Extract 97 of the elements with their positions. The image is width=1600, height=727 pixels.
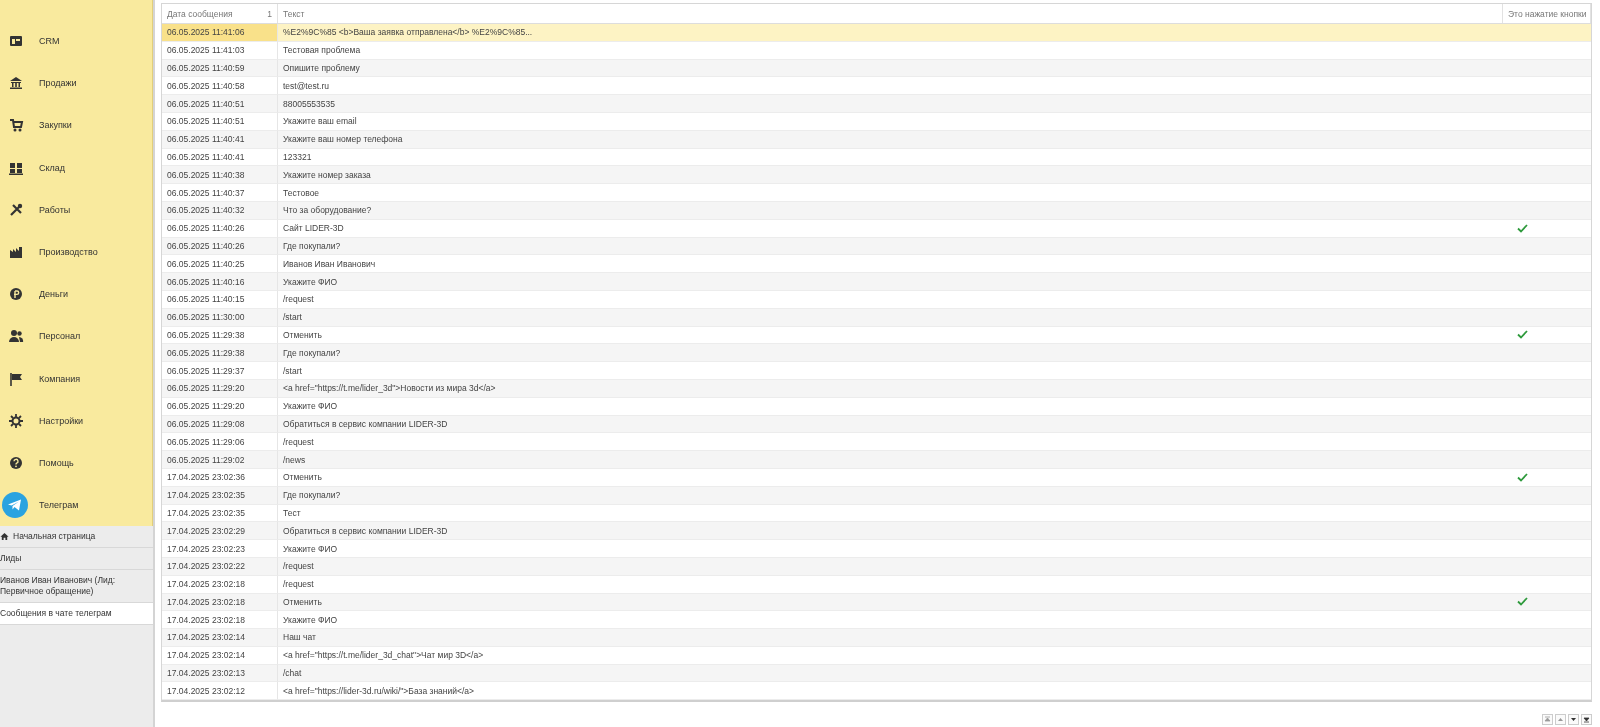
menu-icon xyxy=(8,201,24,218)
menu-icon xyxy=(8,328,24,345)
down-triangle-icon xyxy=(1570,716,1577,723)
sidebar-item[interactable]: Склад xyxy=(0,146,152,189)
next-page-button[interactable] xyxy=(1568,714,1579,725)
date-cell: 17.04.2025 23:02:23 xyxy=(162,540,278,558)
date-cell: 06.05.2025 11:41:03 xyxy=(162,41,278,60)
date-cell: 17.04.2025 23:02:36 xyxy=(162,468,278,487)
menu-icon xyxy=(8,370,24,387)
sidebar-item[interactable]: Компания xyxy=(0,357,152,400)
menu-icon xyxy=(8,117,24,134)
text-cell: <a href="https://t.me/lider_3d_chat">Чат мир 3D</a> xyxy=(278,646,1503,665)
text-cell: Укажите ФИО xyxy=(278,273,1503,291)
date-cell: 06.05.2025 11:40:51 xyxy=(162,95,278,113)
text-cell: Тестовое xyxy=(278,184,1503,202)
sidebar-item[interactable]: Персонал xyxy=(0,315,152,358)
sort-order: 1 xyxy=(267,8,272,19)
table-row[interactable]: 17.04.2025 23:02:14 Наш чат xyxy=(162,629,1591,647)
menu-icon xyxy=(8,454,24,471)
table-row[interactable]: 06.05.2025 11:29:02 /news xyxy=(162,451,1591,469)
date-cell: 17.04.2025 23:02:35 xyxy=(162,486,278,505)
sidebar-item[interactable]: Закупки xyxy=(0,104,152,147)
date-cell: 06.05.2025 11:40:41 xyxy=(162,130,278,149)
table-row[interactable]: 06.05.2025 11:40:37 Тестовое xyxy=(162,184,1591,202)
text-cell: Укажите ФИО xyxy=(278,540,1503,558)
table-row[interactable]: 17.04.2025 23:02:18 Укажите ФИО xyxy=(162,611,1591,630)
date-cell: 06.05.2025 11:40:32 xyxy=(162,201,278,220)
sidebar-item[interactable]: Настройки xyxy=(0,399,152,442)
home-icon xyxy=(0,532,9,542)
sidebar-item[interactable]: Деньги xyxy=(0,273,152,316)
table-row[interactable]: 06.05.2025 11:40:38 Укажите номер заказа xyxy=(162,166,1591,185)
table-row[interactable]: 06.05.2025 11:29:06 /request xyxy=(162,433,1591,452)
menu-icon xyxy=(8,286,24,303)
text-cell: Отменить xyxy=(278,468,1503,487)
table-row[interactable]: 17.04.2025 23:02:12 <a href="https://lider-3d.ru/wiki/">База знаний</a> xyxy=(162,682,1591,701)
date-cell: 06.05.2025 11:30:00 xyxy=(162,308,278,327)
text-cell: Тестовая проблема xyxy=(278,41,1503,60)
sidebar-item[interactable]: CRM xyxy=(0,20,152,63)
menu-icon xyxy=(8,75,24,92)
date-cell: 17.04.2025 23:02:12 xyxy=(162,682,278,701)
text-cell: Что за оборудование? xyxy=(278,201,1503,220)
first-page-button[interactable] xyxy=(1542,714,1553,725)
date-cell: 06.05.2025 11:41:06 xyxy=(162,24,278,42)
sidebar-item[interactable]: Работы xyxy=(0,188,152,231)
column-header[interactable]: Это нажатие кнопки xyxy=(1503,4,1591,23)
text-cell: /start xyxy=(278,362,1503,380)
menu-icon xyxy=(8,244,24,261)
table-row[interactable]: 06.05.2025 11:40:51 88005553535 xyxy=(162,95,1591,113)
paper-plane-icon xyxy=(2,492,28,519)
date-cell: 06.05.2025 11:40:51 xyxy=(162,113,278,131)
open-page-tab[interactable]: Сообщения в чате телеграм xyxy=(0,603,153,626)
text-cell: Где покупали? xyxy=(278,486,1503,505)
date-cell: 06.05.2025 11:40:15 xyxy=(162,290,278,309)
last-page-icon xyxy=(1583,716,1590,723)
text-cell: /request xyxy=(278,575,1503,594)
table-row[interactable]: 06.05.2025 11:40:16 Укажите ФИО xyxy=(162,273,1591,291)
date-cell: 06.05.2025 11:40:16 xyxy=(162,273,278,291)
date-cell: 17.04.2025 23:02:22 xyxy=(162,557,278,576)
sidebar-item[interactable]: Производство xyxy=(0,230,152,274)
text-cell: <a href="https://lider-3d.ru/wiki/">База знаний</a> xyxy=(278,682,1503,701)
text-cell: /news xyxy=(278,451,1503,469)
sidebar-item[interactable]: Продажи xyxy=(0,62,152,105)
table-row[interactable]: 06.05.2025 11:41:06 %E2%9C%85 <b>Ваша заявка отправлена</b> %E2%9C%85... xyxy=(162,24,1591,42)
menu-icon xyxy=(8,412,24,429)
text-cell: Укажите ваш номер телефона xyxy=(278,130,1503,149)
column-header[interactable]: Текст xyxy=(278,4,1503,23)
date-cell: 17.04.2025 23:02:14 xyxy=(162,629,278,647)
table-row[interactable]: 06.05.2025 11:40:25 Иванов Иван Иванович xyxy=(162,255,1591,274)
last-page-button[interactable] xyxy=(1581,714,1592,725)
text-cell: /start xyxy=(278,308,1503,327)
text-cell: Укажите ваш email xyxy=(278,113,1503,131)
date-cell: 06.05.2025 11:40:37 xyxy=(162,184,278,202)
text-cell: Сайт LIDER-3D xyxy=(278,219,1503,238)
text-cell: Наш чат xyxy=(278,629,1503,647)
sidebar-item[interactable]: Помощь xyxy=(0,441,152,485)
date-cell: 06.05.2025 11:40:26 xyxy=(162,219,278,238)
date-cell: 17.04.2025 23:02:14 xyxy=(162,646,278,665)
date-cell: 06.05.2025 11:29:37 xyxy=(162,362,278,380)
text-cell: /request xyxy=(278,290,1503,309)
column-header[interactable]: Дата сообщения 1 xyxy=(162,4,278,23)
date-cell: 06.05.2025 11:29:20 xyxy=(162,397,278,416)
sidebar-item[interactable]: Телеграм xyxy=(0,484,152,527)
text-cell: 88005553535 xyxy=(278,95,1503,113)
table-row[interactable]: 17.04.2025 23:02:29 Обратиться в сервис компании LIDER-3D xyxy=(162,522,1591,541)
text-cell: /request xyxy=(278,557,1503,576)
table-row[interactable]: 06.05.2025 11:29:37 /start xyxy=(162,362,1591,380)
table-row[interactable]: 17.04.2025 23:02:23 Укажите ФИО xyxy=(162,540,1591,558)
table-row[interactable]: 06.05.2025 11:29:38 Где покупали? xyxy=(162,344,1591,363)
date-cell: 06.05.2025 11:29:20 xyxy=(162,379,278,398)
text-cell: Укажите ФИО xyxy=(278,397,1503,416)
date-cell: 06.05.2025 11:29:02 xyxy=(162,451,278,469)
text-cell: %E2%9C%85 <b>Ваша заявка отправлена</b> %E2%9C%85... xyxy=(278,24,1503,42)
up-triangle-icon xyxy=(1557,716,1564,723)
date-cell: 17.04.2025 23:02:18 xyxy=(162,575,278,594)
text-cell: <a href="https://t.me/lider_3d">Новости из мира 3d</a> xyxy=(278,379,1503,398)
first-page-icon xyxy=(1544,716,1551,723)
table-row[interactable]: 06.05.2025 11:40:58 test@test.ru xyxy=(162,77,1591,96)
